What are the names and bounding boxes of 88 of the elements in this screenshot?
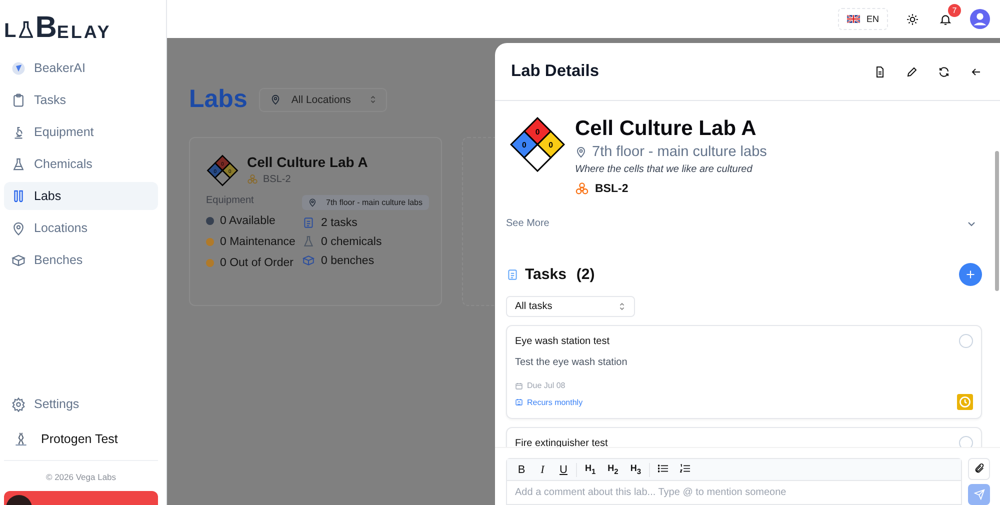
underline-button[interactable]: U <box>555 460 572 478</box>
flag-icon <box>847 15 860 23</box>
edit-pencil-icon[interactable] <box>906 66 918 78</box>
page-title: Labs <box>189 85 248 114</box>
theme-toggle-icon[interactable] <box>906 12 919 26</box>
scrollbar[interactable] <box>995 151 999 291</box>
chevron-down-icon <box>967 220 976 226</box>
due-date: Due Jul 08 <box>527 381 566 390</box>
notification-count: 7 <box>948 4 961 16</box>
send-icon <box>974 488 984 500</box>
notification-bell-icon[interactable] <box>939 12 952 26</box>
attach-button[interactable] <box>968 458 990 480</box>
numbered-list-icon <box>680 464 690 472</box>
task-description: Test the eye wash station <box>515 357 628 368</box>
organization-name: Protogen Test <box>41 432 118 446</box>
tasks-heading: Tasks <box>525 266 566 283</box>
benches-icon <box>11 252 26 268</box>
task-checkbox[interactable] <box>959 334 973 348</box>
panel-title: Lab Details <box>511 62 600 81</box>
task-card[interactable]: Eye wash station test Test the eye wash station Due Jul 08 Recurs monthly <box>506 325 982 419</box>
heading-button[interactable]: H$_{1}$ <box>581 460 600 478</box>
heading-button[interactable]: H$_{2}$ <box>604 460 622 478</box>
locations-icon <box>11 220 26 236</box>
recurrence-text: Recurs monthly <box>527 398 583 406</box>
back-arrow-icon[interactable] <box>970 66 982 78</box>
comment-editor[interactable]: B I U H$_{1}$ H$_{2}$ H$_{3}$ Add a comment about this lab... Type @ to mention someone <box>506 458 962 505</box>
add-task-button[interactable] <box>959 263 982 286</box>
equipment-label: Equipment <box>206 195 255 206</box>
task-filter-dropdown[interactable]: All tasks <box>506 296 635 317</box>
lab-description: Where the cells that we like are cultured <box>575 164 754 175</box>
labs-icon <box>11 188 26 204</box>
sidebar-item[interactable]: Labs <box>4 182 158 210</box>
see-more-toggle[interactable]: See More <box>506 218 982 229</box>
task-checkbox[interactable] <box>959 436 973 447</box>
lab-location: 7th floor - main culture labs <box>592 144 767 160</box>
beaker-ai-icon <box>11 60 26 76</box>
sidebar-item[interactable]: BeakerAI <box>4 54 158 82</box>
sort-caret-icon <box>370 95 376 104</box>
location-filter-dropdown[interactable]: All Locations <box>259 88 388 112</box>
task-title: Eye wash station test <box>515 336 610 346</box>
biosafety-level: BSL-2 <box>595 183 628 195</box>
bullet-list-icon <box>658 464 668 472</box>
bold-button[interactable]: B <box>513 460 530 478</box>
app-logo: L BELAY <box>3 10 112 40</box>
sidebar-item[interactable]: Locations <box>4 214 158 242</box>
stat-text: 0 benches <box>321 254 374 266</box>
organization-logo-icon <box>13 430 29 448</box>
heading-button[interactable]: H$_{3}$ <box>626 460 646 478</box>
equipment-status: 0 Out of Order <box>220 257 294 269</box>
sign-out-bar[interactable] <box>4 491 158 505</box>
settings-icon <box>11 396 26 412</box>
location-pin-icon <box>308 198 317 207</box>
tasks-icon <box>11 92 26 108</box>
equipment-status: 0 Available <box>220 215 276 227</box>
clipboard-icon <box>506 268 519 281</box>
plus-icon <box>966 270 975 279</box>
settings-link[interactable]: Settings <box>4 390 158 418</box>
sidebar-item[interactable]: Equipment <box>4 118 158 146</box>
clipboard-icon <box>302 216 315 229</box>
location-pin-icon <box>270 94 282 105</box>
stat-text: 2 tasks <box>321 216 358 228</box>
location-pin-icon <box>575 146 587 158</box>
copyright-text: © 2026 Vega Labs <box>44 471 118 484</box>
refresh-icon[interactable] <box>938 66 950 78</box>
italic-button[interactable]: I <box>534 460 551 478</box>
biohazard-icon <box>575 182 589 196</box>
tasks-count: (2) <box>576 266 595 283</box>
lab-name: Cell Culture Lab A <box>247 154 368 170</box>
document-icon[interactable] <box>874 66 886 78</box>
biohazard-icon <box>247 174 258 185</box>
lab-name: Cell Culture Lab A <box>575 117 758 141</box>
box-icon <box>302 254 315 267</box>
stat-text: 0 chemicals <box>321 236 382 248</box>
language-button[interactable]: EN <box>838 8 888 30</box>
location-text: 7th floor - main culture labs <box>326 198 422 207</box>
sidebar-item[interactable]: Tasks <box>4 86 158 114</box>
chemicals-icon <box>11 156 26 172</box>
sidebar-item[interactable]: Chemicals <box>4 150 158 178</box>
sort-caret-icon <box>619 302 625 311</box>
biosafety-level: BSL-2 <box>263 174 291 185</box>
profile-avatar-icon[interactable] <box>970 9 990 29</box>
calendar-icon <box>515 382 523 390</box>
equipment-status: 0 Maintenance <box>220 236 296 248</box>
flask-icon <box>302 235 315 248</box>
clock-icon <box>957 394 973 410</box>
paperclip-icon <box>974 463 984 474</box>
recurring-calendar-icon <box>515 398 523 406</box>
sidebar-item[interactable]: Benches <box>4 246 158 274</box>
